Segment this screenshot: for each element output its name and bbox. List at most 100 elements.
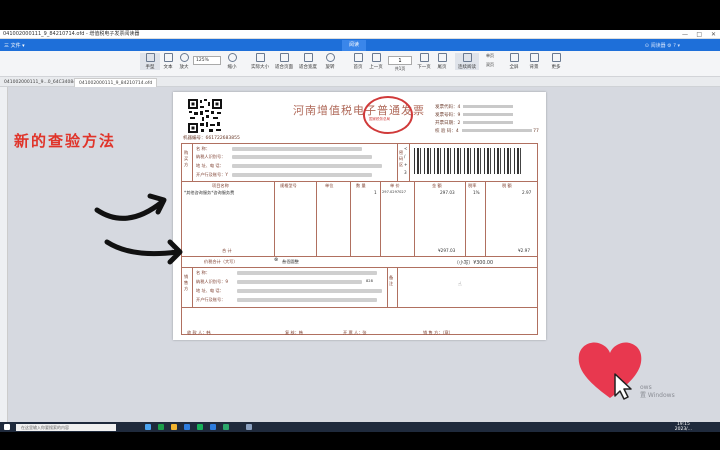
col-amount: 金 额 [432,183,442,188]
actual-size-button[interactable]: 实际大小 [248,53,272,70]
item-tax: 2.97 [522,190,532,195]
fit-width-button[interactable]: 适合宽度 [296,53,320,70]
item-unit-price: 297.0297027 [382,190,407,194]
app-icon-2[interactable] [197,424,203,430]
cipher-mark-2: / [404,154,406,159]
redacted-seller-address [237,289,382,293]
folder-icon[interactable] [171,424,177,430]
col-unit: 单位 [325,183,334,188]
tab-document-2[interactable]: 041002000111_9_84210714.ofd [74,78,158,87]
redacted-seller-bank [237,298,377,302]
invoice-page: 河南增值税电子普通发票 国家税务总局 发票代码：4 发票号码：9 开票日期：2 … [173,92,546,340]
app-icon-4[interactable] [223,424,229,430]
seller-tax-id-label: 纳税人识别号：9 [196,279,228,284]
taskbar: 在这里输入你要搜索的内容 19:15 2023/... [0,422,720,432]
zoom-in-icon [179,53,189,62]
fit-width-icon [303,53,313,62]
seller-stamp: 销 售 方：（章） [423,330,453,335]
first-page-button[interactable]: 首页 [348,53,368,70]
buyer-tax-id-label: 纳税人识别号： [196,154,226,159]
taskbar-search[interactable]: 在这里输入你要搜索的内容 [16,424,116,431]
background-button[interactable]: 背景 [524,53,544,70]
total-tax: ¥2.97 [518,248,530,253]
hand-tool-button[interactable]: 手型 [140,53,160,70]
maximize-button[interactable]: □ [696,30,702,39]
redacted-buyer-bank [232,173,372,177]
buyer-address-label: 地 址、电 话： [196,163,224,168]
curved-arrows-icon [94,193,183,265]
invoice-number: 发票号码：9 [435,112,514,118]
fit-page-button[interactable]: 适合页面 [272,53,296,70]
next-page-icon [419,53,429,62]
redacted-seller-tax-id [237,280,362,284]
item-tax-rate: 1% [473,190,480,195]
fullscreen-icon [509,53,519,62]
screen: 041002000111_9_84210714.ofd - 增值税电子发票阅读器… [0,30,720,422]
title-bar: 041002000111_9_84210714.ofd - 增值税电子发票阅读器… [0,30,720,39]
app-icon-1[interactable] [184,424,190,430]
last-page-button[interactable]: 尾页 [432,53,452,70]
windows-activation-watermark: ows 置 Windows [640,384,675,399]
actual-size-icon [255,53,265,62]
cursor-icon: ☝ [458,281,462,288]
browser-icon[interactable] [158,424,164,430]
prev-page-icon [371,53,381,62]
cipher-barcode [414,148,524,174]
more-icon [551,53,561,62]
close-button[interactable]: ✕ [711,30,716,39]
redacted-seller-name [237,271,377,275]
window-title: 041002000111_9_84210714.ofd - 增值税电子发票阅读器 [3,31,140,37]
total-label: 合 计 [222,248,232,253]
continuous-view-button[interactable]: 连续阅读 [455,53,479,70]
remarks-label: 备注 [389,275,394,286]
official-seal [363,96,413,134]
machine-number: 机器编号：661722683855 [183,136,240,141]
seller-bank-label: 开户行及账号： [196,297,226,302]
redacted-buyer-tax-id [232,155,372,159]
document-tabs: 041002000111_9...0_64C34084.ofd 04100200… [0,77,720,87]
menu-right-tools[interactable]: ⊙ 阅读器 ⚙ ? ▾ [645,42,680,49]
zoom-select[interactable]: 125% [193,56,221,65]
buyer-name-label: 名 称： [196,146,210,151]
item-amount: 297.03 [440,190,455,195]
system-clock: 19:15 2023/... [674,422,692,432]
issuer: 开 票 人：张 [343,330,367,335]
page-number-input[interactable]: 1 [388,56,412,65]
invoice-reader-icon[interactable] [246,424,252,430]
single-page-button[interactable]: 单页 [480,53,500,59]
buyer-bank-label: 开户行及账号：Y [196,172,228,177]
seller-name-label: 名 称： [196,270,210,275]
prev-page-button[interactable]: 上一页 [366,53,386,70]
text-cursor-icon [163,53,173,62]
cipher-mark-4: 3 [404,170,407,175]
invoice-code: 发票代码：4 [435,104,514,110]
seller-side-label: 销售方 [184,274,189,291]
more-button[interactable]: 更多 [546,53,566,70]
double-page-button[interactable]: 双页 [480,62,500,68]
item-quantity: 1 [374,190,377,195]
letterbox-bottom [0,432,720,450]
cipher-mark-1: < [404,146,408,151]
next-page-button[interactable]: 下一页 [414,53,434,70]
col-tax: 税 额 [502,183,512,188]
toolbar: 手型 文本 放大 125% 缩小 实际大小 适合页面 适合宽度 旋转 首页 上一… [0,51,720,77]
continuous-view-icon [462,53,472,62]
fullscreen-button[interactable]: 全屏 [504,53,524,70]
tab-read[interactable]: 阅读 [342,40,366,51]
col-quantity: 数 量 [356,183,366,188]
invoice-date: 开票日期：2 [435,120,514,126]
heart-icon [578,342,642,400]
file-menu[interactable]: 三 文件 ▾ [4,42,25,49]
cipher-mark-3: + [404,162,408,167]
start-icon[interactable] [4,424,10,430]
minimize-button[interactable]: — [682,30,688,39]
zoom-out-button[interactable]: 缩小 [222,53,242,70]
app-icon-3[interactable] [210,424,216,430]
background-icon [529,53,539,62]
zoom-in-button[interactable]: 放大 [174,53,194,70]
seal-text: 国家税务总局 [369,117,390,121]
redacted-buyer-address [232,164,382,168]
task-view-icon[interactable] [145,424,151,430]
menu-bar: 三 文件 ▾ 阅读 ⊙ 阅读器 ⚙ ? ▾ [0,39,720,51]
rotate-button[interactable]: 旋转 [320,53,340,70]
